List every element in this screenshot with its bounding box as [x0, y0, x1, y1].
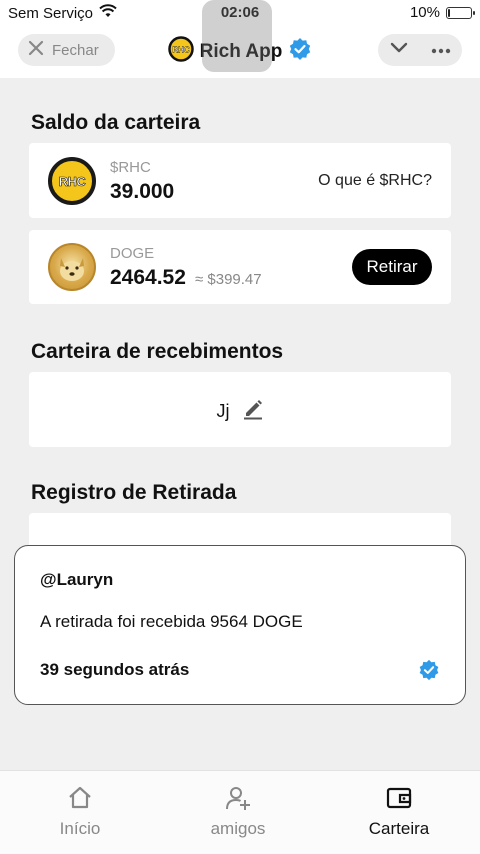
withdrawals-section-title: Registro de Retirada: [31, 481, 237, 504]
receiving-wallet-row: Jj: [29, 398, 451, 425]
receiving-wallet-card[interactable]: Jj: [29, 372, 451, 447]
tab-friends[interactable]: amigos: [178, 785, 298, 839]
doge-coin-icon: [48, 243, 96, 291]
notification-message: A retirada foi recebida 9564 DOGE: [40, 612, 303, 631]
verified-check-icon: [418, 659, 440, 686]
withdrawal-notification: @Lauryn A retirada foi recebida 9564 DOG…: [14, 545, 466, 705]
home-icon: [20, 785, 140, 813]
tab-wallet[interactable]: Carteira: [339, 785, 459, 839]
tab-home-label: Início: [59, 819, 101, 838]
withdraw-button[interactable]: Retirar: [352, 249, 432, 285]
receiving-section-title: Carteira de recebimentos: [31, 340, 284, 363]
wallet-icon: [339, 785, 459, 813]
add-friend-icon: [178, 785, 298, 813]
rhc-symbol: $RHC: [110, 159, 151, 176]
battery-icon: [446, 6, 475, 19]
tab-bar: Início amigos Carteira: [0, 770, 480, 854]
tab-wallet-label: Carteira: [368, 819, 430, 838]
doge-amount: 2464.52: [110, 266, 186, 289]
wallet-section-title: Saldo da carteira: [31, 111, 201, 134]
chevron-down-icon[interactable]: [390, 41, 408, 59]
rhc-coin-icon: RHC: [48, 157, 96, 205]
doge-symbol: DOGE: [110, 245, 155, 262]
nav-actions: [378, 34, 462, 66]
tab-friends-label: amigos: [210, 819, 266, 838]
notification-user: @Lauryn: [40, 570, 114, 589]
doge-balance-card: DOGE 2464.52 ≈ $399.47 Retirar: [29, 230, 451, 304]
battery-percent: 10%: [409, 4, 440, 21]
rhc-amount: 39.000: [110, 180, 175, 203]
rhc-balance-card: RHC $RHC 39.000 O que é $RHC?: [29, 143, 451, 218]
svg-text:RHC: RHC: [172, 46, 190, 55]
verified-badge-icon: [288, 37, 312, 67]
overlay-ghost: [202, 0, 272, 72]
receiving-wallet-value: Jj: [216, 401, 230, 421]
edit-icon[interactable]: [242, 398, 264, 425]
doge-fiat-value: ≈ $399.47: [195, 271, 262, 288]
tab-home[interactable]: Início: [20, 785, 140, 839]
rhc-info-link[interactable]: O que é $RHC?: [318, 172, 432, 190]
notification-time: 39 segundos atrás: [40, 660, 190, 679]
more-icon[interactable]: [431, 41, 451, 59]
app-logo-icon: RHC: [167, 36, 194, 68]
